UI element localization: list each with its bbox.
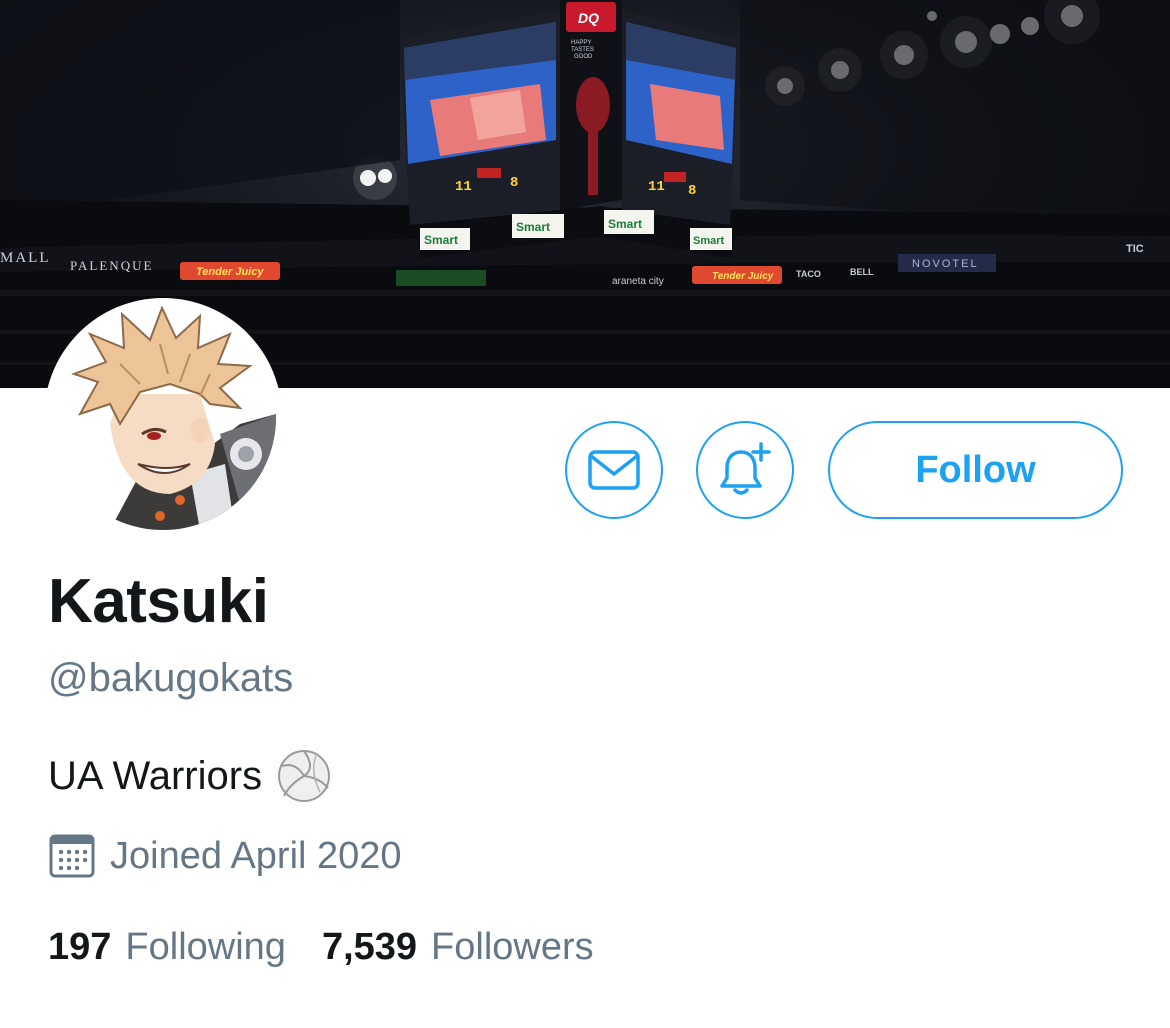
bell-plus-icon [720,442,771,495]
following-count: 197 [48,926,112,968]
svg-text:Smart: Smart [424,233,458,247]
ring-sign-mall: MALL [0,250,51,266]
svg-text:Smart: Smart [516,220,550,234]
bio: UA Warriors [48,748,332,804]
join-date-text: Joined April 2020 [110,834,402,877]
svg-text:DQ: DQ [578,10,599,26]
follow-stats: 197 Following 7,539 Followers [48,926,594,969]
svg-text:HAPPY: HAPPY [571,40,591,46]
svg-text:NOVOTEL: NOVOTEL [912,258,979,270]
followers-label: Followers [431,926,594,968]
following-link[interactable]: 197 Following [48,926,286,969]
svg-text:TIC: TIC [1126,243,1144,255]
svg-text:11: 11 [648,179,665,195]
avatar[interactable] [44,298,282,536]
svg-text:Tender Juicy: Tender Juicy [196,266,264,278]
calendar-icon [49,834,95,878]
svg-text:Smart: Smart [608,217,642,231]
followers-link[interactable]: 7,539 Followers [322,926,594,969]
svg-text:Tender Juicy: Tender Juicy [712,271,774,282]
volleyball-icon [278,750,331,802]
svg-text:8: 8 [510,175,518,191]
svg-text:BELL: BELL [850,267,874,277]
svg-text:11: 11 [455,179,472,195]
scoreboard: 11 8 DQ HAPPY TASTES GOOD 11 8 Smart Sma… [400,0,740,258]
svg-text:GOOD: GOOD [574,54,593,60]
bio-text: UA Warriors [48,753,263,798]
svg-text:TACO: TACO [796,269,821,279]
display-name: Katsuki [48,567,269,636]
notifications-button[interactable] [696,421,794,519]
svg-text:araneta city: araneta city [612,276,664,287]
followers-count: 7,539 [321,926,418,968]
username-handle: @bakugokats [48,656,294,700]
svg-text:TASTES: TASTES [571,47,594,53]
following-label: Following [125,926,286,968]
svg-text:Smart: Smart [693,235,725,247]
svg-text:8: 8 [688,183,696,199]
envelope-icon [588,450,640,490]
follow-button[interactable]: Follow [828,421,1123,519]
anime-avatar-image [50,304,276,530]
join-date: Joined April 2020 [48,832,402,880]
ring-sign-palenque: PALENQUE [70,258,153,273]
message-button[interactable] [565,421,663,519]
